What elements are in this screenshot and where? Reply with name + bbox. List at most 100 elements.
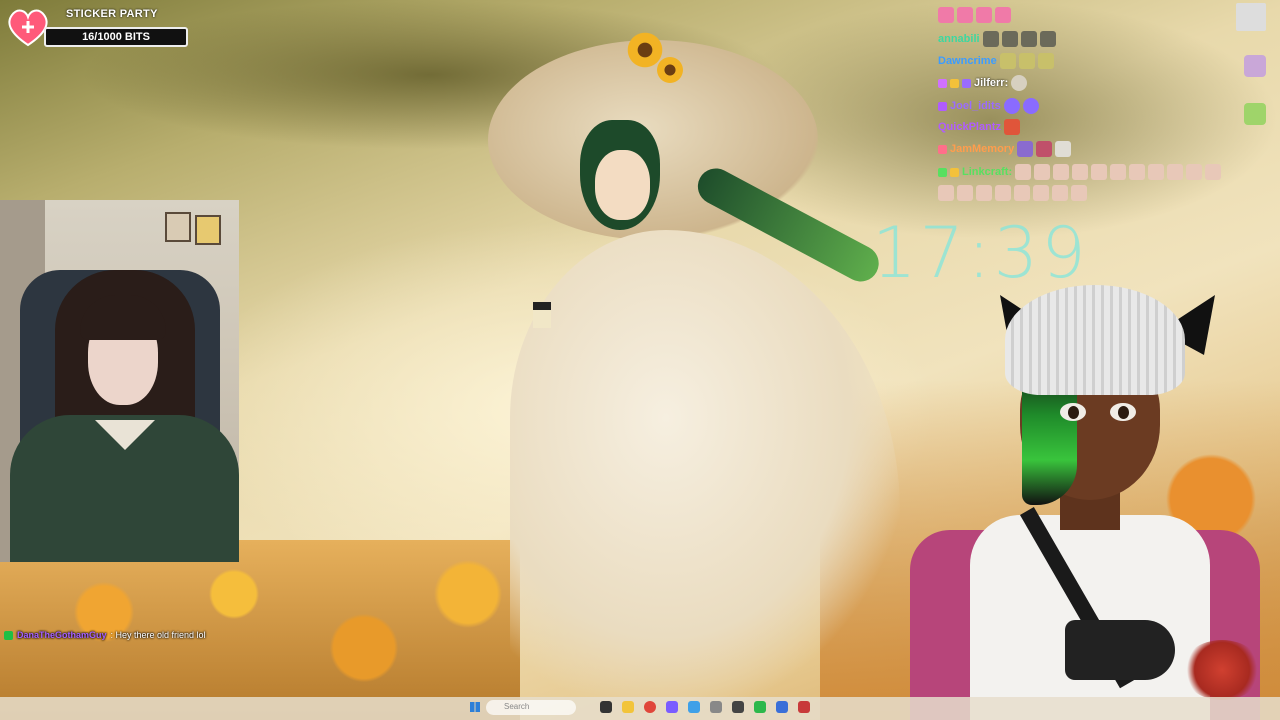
chat-message: Joel_idits [938, 97, 1039, 115]
chat-username: Dawncrime [938, 55, 997, 67]
desktop-app-icon[interactable] [1244, 55, 1266, 77]
emote-icon [1148, 164, 1165, 180]
emote-icon [938, 7, 954, 23]
emote-icon [995, 7, 1011, 23]
avatar-eye-right [1110, 403, 1136, 421]
emote-icon [1091, 164, 1108, 180]
emote-icon [1129, 164, 1146, 180]
emote-icon [976, 185, 992, 201]
chat-message: Jilferr: [938, 74, 1028, 92]
emote-icon [1039, 31, 1056, 47]
emote-icon [1053, 164, 1070, 180]
emote-icon [1052, 185, 1068, 201]
chat-overlay: annabili Dawncrime Jilferr: Joel_idits Q… [938, 4, 1280, 204]
emote-icon [1167, 164, 1184, 180]
taskbar-search[interactable]: Search [486, 700, 576, 715]
emote-icon [1036, 141, 1053, 157]
emote-icon [1017, 141, 1034, 157]
emote-icon [1037, 53, 1054, 69]
chat-line-username: DanaTheGothamGuy [17, 630, 107, 640]
chat-username: Linkcraft: [962, 166, 1013, 178]
emote-icon [1001, 31, 1018, 47]
app-icon[interactable] [798, 701, 810, 713]
emote-icon [1033, 185, 1049, 201]
hat-sunflower-small [655, 55, 685, 85]
wallpaper-anime-girl [470, 30, 940, 710]
chat-username: JamMemory [950, 143, 1015, 155]
chat-badge-icon [950, 167, 959, 177]
chat-badge-icon [4, 630, 13, 640]
emote-icon [1022, 98, 1039, 114]
chat-message [938, 6, 1011, 24]
app-icon[interactable] [666, 701, 678, 713]
chat-username: Joel_idits [950, 100, 1001, 112]
emote-icon [1011, 75, 1028, 91]
emote-icon [1003, 98, 1020, 114]
wall-frame [195, 215, 221, 245]
app-icon[interactable] [688, 701, 700, 713]
white-dress [510, 230, 900, 700]
desktop-app-icon[interactable] [1236, 3, 1266, 31]
emote-icon [1205, 164, 1222, 180]
emote-icon [957, 185, 973, 201]
chat-username: annabili [938, 33, 980, 45]
chat-badge-icon [962, 78, 971, 88]
emote-icon [1186, 164, 1203, 180]
chat-badge-icon [950, 78, 959, 88]
emote-icon [995, 185, 1011, 201]
taskbar-search-placeholder: Search [504, 702, 530, 711]
avatar-eye-left [1060, 403, 1086, 421]
chrome-icon[interactable] [644, 701, 656, 713]
desktop-mini-window[interactable] [533, 302, 551, 328]
sticker-party-widget: STICKER PARTY 16/1000 BITS [6, 5, 188, 47]
emote-icon [1055, 141, 1072, 157]
app-icon[interactable] [776, 701, 788, 713]
bits-progress-bar: 16/1000 BITS [44, 27, 188, 47]
chat-username: QuickPlantz [938, 121, 1001, 133]
emote-icon [1020, 31, 1037, 47]
desktop-clock: 17:39 [872, 212, 1089, 294]
avatar-beanie [1005, 285, 1185, 395]
chat-line: DanaTheGothamGuy : Hey there old friend … [4, 627, 206, 643]
emote-icon [1072, 164, 1089, 180]
emote-icon [938, 185, 954, 201]
emote-icon [1018, 53, 1035, 69]
chat-message: Dawncrime [938, 52, 1054, 70]
sticker-party-title: STICKER PARTY [66, 8, 158, 20]
wall-frame [165, 212, 191, 242]
emote-icon [957, 7, 973, 23]
emote-icon [1014, 185, 1030, 201]
app-icon[interactable] [754, 701, 766, 713]
emote-icon [1015, 164, 1032, 180]
chat-message: QuickPlantz [938, 118, 1020, 136]
app-icon[interactable] [732, 701, 744, 713]
chat-line-message: : Hey there old friend lol [110, 630, 206, 640]
avatar-bag [1065, 620, 1175, 680]
emote-icon [1110, 164, 1127, 180]
chat-message: Linkcraft: [938, 163, 1222, 181]
chat-message [938, 184, 1087, 202]
bits-count: 16/1000 BITS [82, 31, 150, 43]
chat-message: JamMemory [938, 140, 1072, 158]
emote-icon [976, 7, 992, 23]
start-button-icon[interactable] [470, 702, 480, 712]
windows-taskbar: Search [0, 697, 1280, 720]
emote-icon [1071, 185, 1087, 201]
emote-icon [1034, 164, 1051, 180]
file-explorer-icon[interactable] [622, 701, 634, 713]
webcam-feed [0, 200, 239, 562]
wallpaper-face [595, 150, 650, 220]
chat-badge-icon [938, 101, 947, 111]
channel-logo [1182, 640, 1262, 700]
emote-icon [1003, 119, 1020, 135]
taskview-icon[interactable] [600, 701, 612, 713]
desktop-app-icon[interactable] [1244, 103, 1266, 125]
chat-badge-icon [938, 144, 947, 154]
emote-icon [999, 53, 1016, 69]
emote-icon [982, 31, 999, 47]
chat-badge-icon [938, 167, 947, 177]
app-icon[interactable] [710, 701, 722, 713]
chat-badge-icon [938, 78, 947, 88]
chat-username: Jilferr: [974, 77, 1009, 89]
chat-message: annabili [938, 30, 1056, 48]
